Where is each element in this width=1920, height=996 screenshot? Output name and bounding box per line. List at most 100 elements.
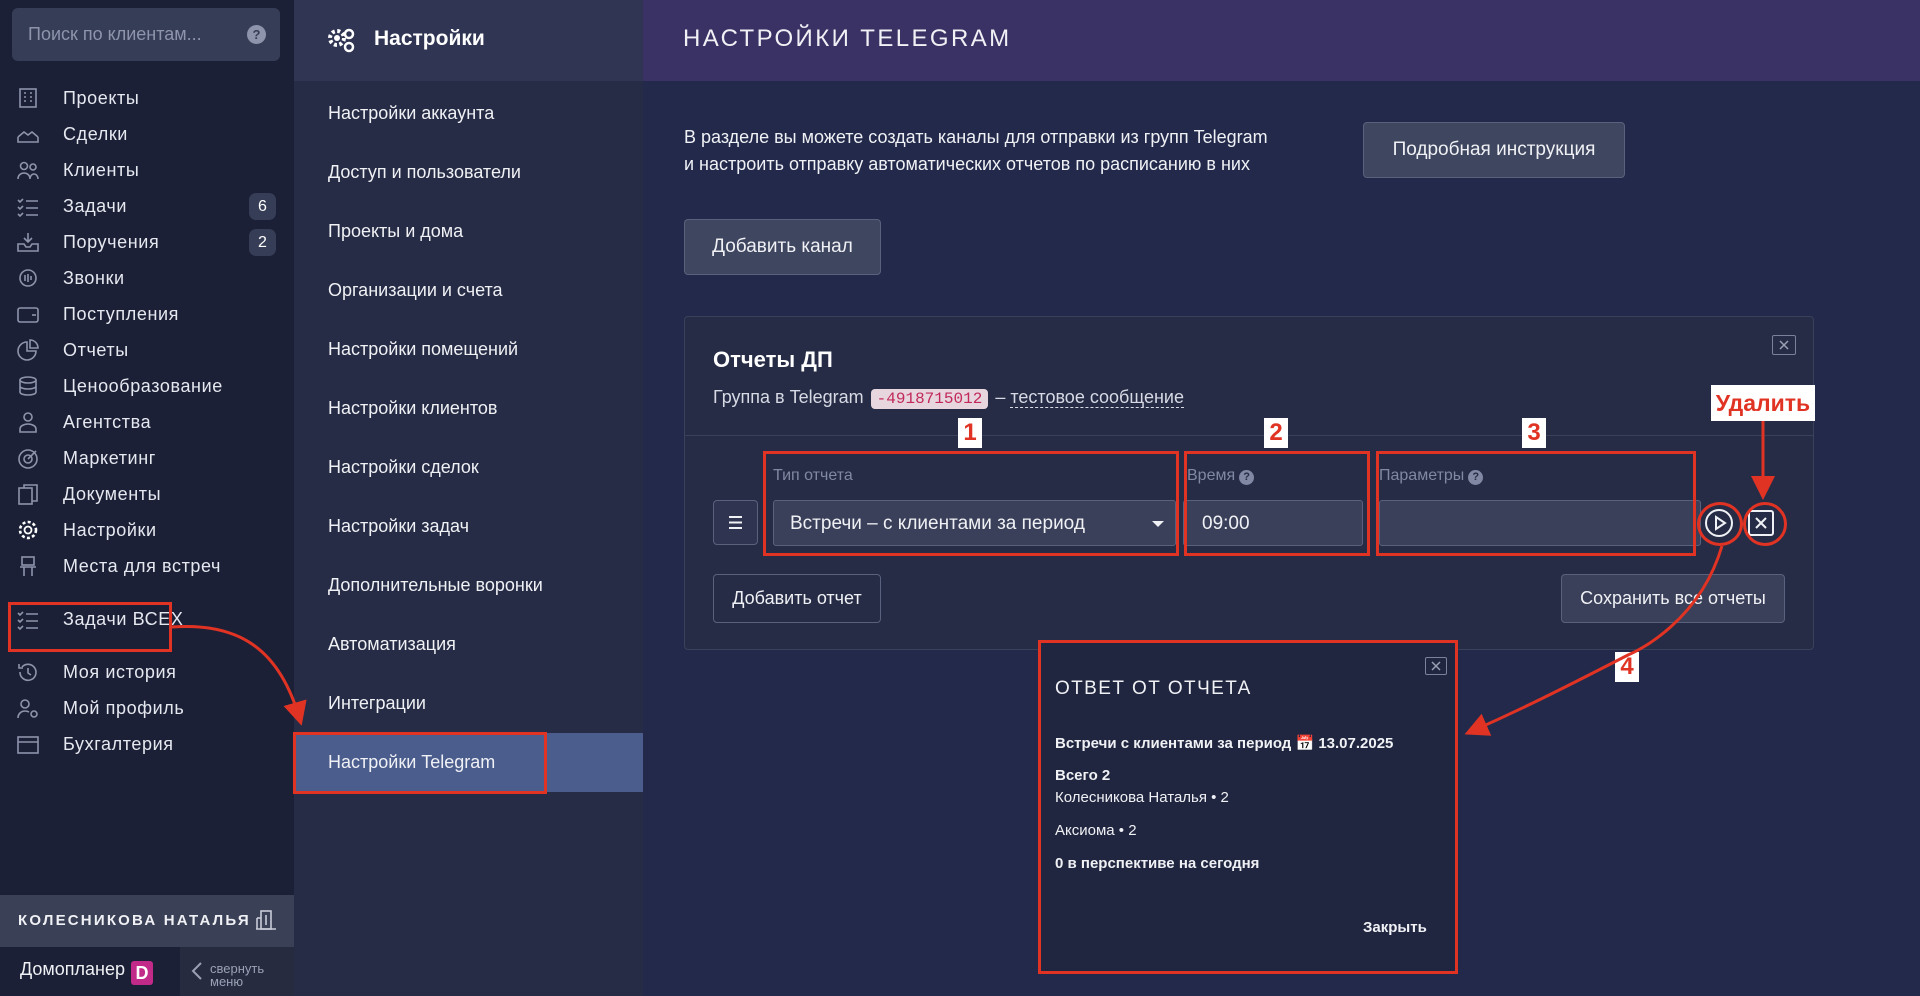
sidebar-item[interactable]: Клиенты <box>0 150 294 190</box>
intro-line-2: и настроить отправку автоматических отче… <box>684 154 1250 174</box>
dash-separator: – <box>995 387 1006 407</box>
channel-title: Отчеты ДП <box>713 347 833 372</box>
sidebar-item[interactable]: Задачи 6 <box>0 186 294 226</box>
add-channel-button[interactable]: Добавить канал <box>684 219 881 275</box>
close-icon <box>1779 340 1789 350</box>
annotation-number-2: 2 <box>1264 418 1288 448</box>
sidebar-item[interactable]: Бухгалтерия <box>0 724 294 764</box>
intro-text: В разделе вы можете создать каналы для о… <box>684 124 1324 178</box>
brand-name: Домопланер <box>20 959 126 979</box>
sidebar-item[interactable]: Отчеты <box>0 330 294 370</box>
profile-icon <box>17 699 38 719</box>
annotation-box-popup <box>1038 640 1458 974</box>
sidebar-item-label: Ценообразование <box>63 376 223 396</box>
sidebar-item[interactable]: Проекты <box>0 78 294 118</box>
target-icon <box>18 449 38 469</box>
settings-menu-item[interactable]: Автоматизация <box>294 615 643 674</box>
sidebar-item-label: Документы <box>63 484 162 504</box>
sidebar-item-label: Места для встреч <box>63 556 222 576</box>
settings-menu-item[interactable]: Доступ и пользователи <box>294 143 643 202</box>
count-badge: 6 <box>249 193 276 220</box>
sidebar-item-label: Звонки <box>63 268 125 288</box>
settings-menu-label: Доступ и пользователи <box>328 162 521 182</box>
sidebar-item-label: Агентства <box>63 412 152 432</box>
tasks-icon <box>17 198 38 217</box>
settings-menu-label: Настройки клиентов <box>328 398 498 418</box>
sidebar-item-label: Отчеты <box>63 340 129 360</box>
settings-menu-item[interactable]: Проекты и дома <box>294 202 643 261</box>
brand-logo[interactable]: Домопланер D <box>20 959 154 985</box>
agent-icon <box>19 412 37 433</box>
drag-handle[interactable] <box>713 500 758 545</box>
gear-icon <box>18 520 38 540</box>
annotation-number-4: 4 <box>1615 652 1639 682</box>
test-message-link[interactable]: тестовое сообщение <box>1010 387 1184 408</box>
user-bar[interactable]: КОЛЕСНИКОВА НАТАЛЬЯ <box>0 895 294 947</box>
settings-menu-item[interactable]: Настройки помещений <box>294 320 643 379</box>
settings-menu-label: Проекты и дома <box>328 221 464 241</box>
sidebar-item[interactable]: Ценообразование <box>0 366 294 406</box>
sidebar-item[interactable]: Сделки <box>0 114 294 154</box>
meeting-place-icon <box>20 556 36 576</box>
accounting-icon <box>17 736 39 754</box>
settings-menu-item[interactable]: Дополнительные воронки <box>294 556 643 615</box>
organization-icon[interactable] <box>254 909 278 931</box>
add-report-button[interactable]: Добавить отчет <box>713 574 881 623</box>
sidebar-item-label: Бухгалтерия <box>63 734 174 754</box>
collapse-menu-button[interactable]: свернуть меню <box>180 947 294 996</box>
building-icon <box>19 88 37 108</box>
brand-mark: D <box>131 961 154 985</box>
annotation-box-time <box>1184 451 1370 556</box>
annotation-box-params <box>1376 451 1696 556</box>
save-all-reports-button[interactable]: Сохранить все отчеты <box>1561 574 1785 623</box>
sidebar-item[interactable]: Поступления <box>0 294 294 334</box>
annotation-box-settings <box>8 602 172 652</box>
coins-icon <box>19 376 37 396</box>
chat-id-badge: -4918715012 <box>870 389 989 409</box>
sidebar-item[interactable]: Документы <box>0 474 294 514</box>
sidebar-item-label: Поступления <box>63 304 179 324</box>
settings-menu-label: Настройки задач <box>328 516 470 536</box>
annotation-circle-delete <box>1743 502 1787 546</box>
sidebar-item-label: Клиенты <box>63 160 140 180</box>
sidebar-item-label: Мой профиль <box>63 698 185 718</box>
count-badge: 2 <box>249 229 276 256</box>
annotation-number-3: 3 <box>1522 418 1546 448</box>
settings-menu-item[interactable]: Интеграции <box>294 674 643 733</box>
instructions-button[interactable]: Подробная инструкция <box>1363 122 1625 178</box>
settings-menu-label: Дополнительные воронки <box>328 575 543 595</box>
sidebar-item-label: Проекты <box>63 88 140 108</box>
settings-menu-item[interactable]: Настройки клиентов <box>294 379 643 438</box>
sidebar-nav: Проекты Сделки Клиенты Задачи 6 Поручения 2 Зво… <box>0 0 294 895</box>
documents-icon <box>18 484 38 505</box>
phone-icon <box>19 269 37 287</box>
sidebar-item[interactable]: Звонки <box>0 258 294 298</box>
history-icon <box>18 663 37 682</box>
sidebar-item[interactable]: Места для встреч <box>0 546 294 586</box>
intro-line-1: В разделе вы можете создать каналы для о… <box>684 127 1268 147</box>
main-sidebar: ? ПроектыСделкиКлиентыЗадачи6Поручения2З… <box>0 0 294 996</box>
settings-menu-item[interactable]: Настройки аккаунта <box>294 84 643 143</box>
sidebar-item[interactable]: Поручения 2 <box>0 222 294 262</box>
settings-menu-item[interactable]: Настройки задач <box>294 497 643 556</box>
settings-menu-item[interactable]: Настройки сделок <box>294 438 643 497</box>
card-close-button[interactable] <box>1772 335 1796 355</box>
settings-menu-label: Настройки сделок <box>328 457 479 477</box>
divider <box>685 435 1813 436</box>
settings-menu: Настройки Настройки аккаунта Доступ и пол… <box>294 0 643 996</box>
sidebar-item-label: Моя история <box>63 662 177 682</box>
chevron-left-icon <box>191 962 202 980</box>
settings-menu-label: Интеграции <box>328 693 426 713</box>
settings-menu-item[interactable]: Организации и счета <box>294 261 643 320</box>
annotation-circle-run <box>1697 502 1743 546</box>
sidebar-item[interactable]: Настройки <box>0 510 294 550</box>
annotation-number-1: 1 <box>958 418 982 448</box>
sidebar-item-label: Сделки <box>63 124 128 144</box>
sidebar-item[interactable]: Моя история <box>0 652 294 692</box>
sidebar-item[interactable]: Маркетинг <box>0 438 294 478</box>
settings-title: Настройки <box>374 27 485 50</box>
annotation-delete-label: Удалить <box>1711 385 1815 421</box>
sidebar-item[interactable]: Агентства <box>0 402 294 442</box>
sidebar-item[interactable]: Мой профиль <box>0 688 294 728</box>
users-icon <box>17 161 39 180</box>
